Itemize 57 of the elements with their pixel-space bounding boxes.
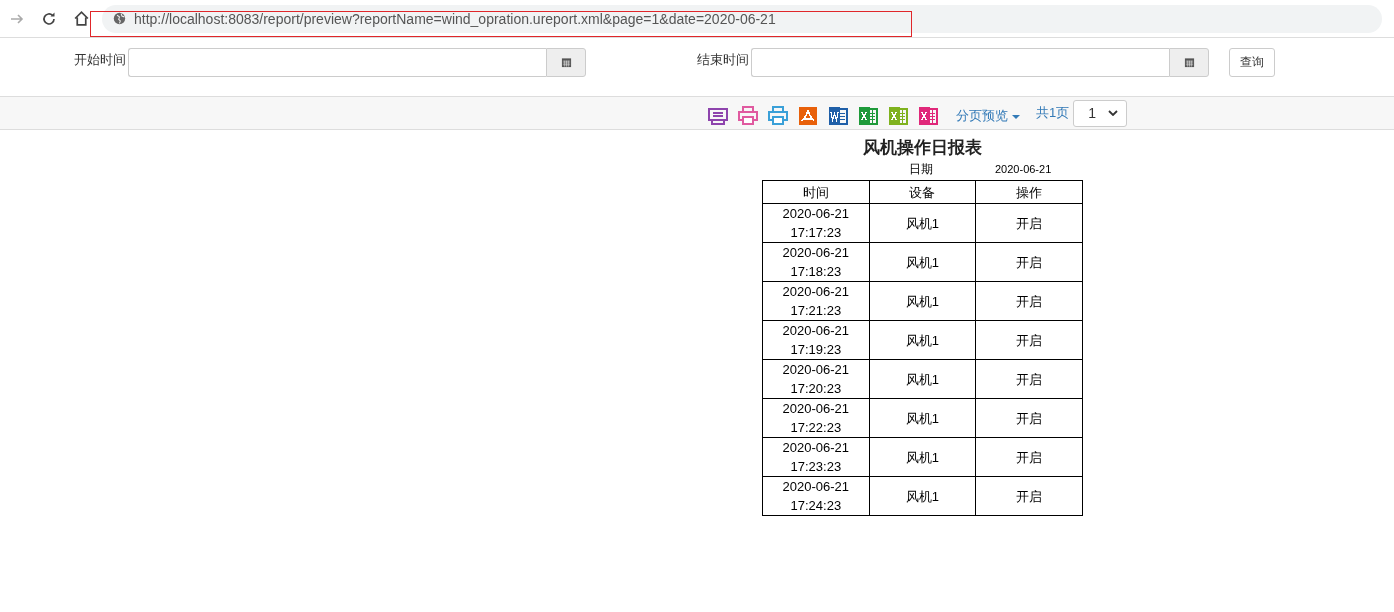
table-cell: 风机1 [869,398,976,438]
word-icon[interactable] [828,106,848,126]
excel-icon[interactable] [888,106,908,126]
table-cell: 开启 [975,437,1083,477]
table-cell: 风机1 [869,203,976,243]
table-cell: 2020-06-21 17:20:23 [762,359,870,399]
column-header: 时间 [762,180,870,204]
page-select[interactable]: 1 [1073,99,1128,127]
globe-icon [113,12,126,25]
table-cell: 开启 [975,359,1083,399]
table-cell: 2020-06-21 17:19:23 [762,320,870,360]
column-header: 设备 [869,180,976,204]
table-cell: 开启 [975,281,1083,321]
table-cell: 2020-06-21 17:21:23 [762,281,870,321]
address-bar[interactable]: http://localhost:8083/report/preview?reportName=wind_opration.ureport.xml&page=1&date=2020-06-21 [102,4,1382,33]
chevron-down-icon [1108,110,1119,116]
table-cell: 2020-06-21 17:18:23 [762,242,870,282]
table-cell: 开启 [975,398,1083,438]
table-cell: 风机1 [869,359,976,399]
table-cell: 风机1 [869,242,976,282]
date-input-field[interactable] [751,48,1169,77]
home-icon[interactable] [73,10,90,27]
table-cell: 开启 [975,203,1083,243]
field-label: 开始时间 [74,51,126,69]
calendar-button[interactable] [1169,48,1209,77]
date-label: 日期 [909,160,933,178]
table-cell: 2020-06-21 17:22:23 [762,398,870,438]
paging-menu[interactable]: 分页预览 [956,107,1020,125]
table-cell: 开启 [975,476,1083,516]
table-cell: 2020-06-21 17:24:23 [762,476,870,516]
table-cell: 2020-06-21 17:17:23 [762,203,870,243]
table-cell: 风机1 [869,320,976,360]
excel-icon[interactable] [858,106,878,126]
table-cell: 开启 [975,320,1083,360]
calendar-icon [560,57,572,68]
calendar-button[interactable] [546,48,586,77]
table-cell: 风机1 [869,476,976,516]
printer-preview-icon[interactable] [708,106,728,126]
excel-icon[interactable] [918,106,938,126]
page-count: 共1页 [1036,104,1070,122]
report-title: 风机操作日报表 [862,137,983,158]
date-value: 2020-06-21 [995,163,1052,175]
url-text: http://localhost:8083/report/preview?reportName=wind_opration.ureport.xml&page=1&date=2020-06-21 [134,10,776,27]
column-header: 操作 [975,180,1083,204]
reload-icon[interactable] [41,10,57,27]
calendar-icon [1183,57,1195,68]
table-cell: 2020-06-21 17:23:23 [762,437,870,477]
caret-icon [1012,114,1020,119]
printer-icon[interactable] [768,106,788,126]
pdf-icon[interactable] [798,106,818,126]
table-cell: 风机1 [869,281,976,321]
query-button[interactable]: 查询 [1229,48,1275,77]
printer-icon[interactable] [738,106,758,126]
table-cell: 开启 [975,242,1083,282]
table-cell: 风机1 [869,437,976,477]
date-input-field[interactable] [128,48,546,77]
field-label: 结束时间 [697,51,749,69]
